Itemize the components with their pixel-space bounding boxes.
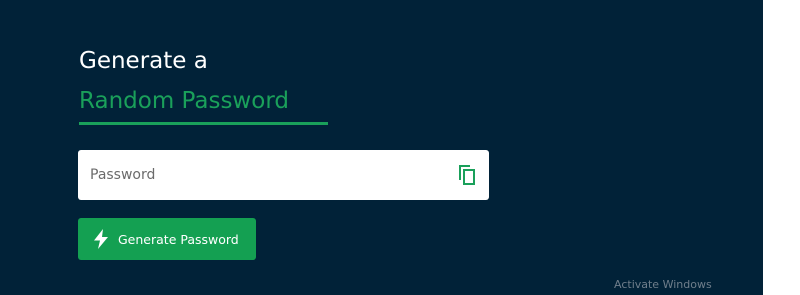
password-box <box>78 150 489 200</box>
heading-generate-a: Generate a <box>79 48 208 74</box>
generate-password-label: Generate Password <box>118 231 239 247</box>
generate-password-button[interactable]: Generate Password <box>78 218 256 260</box>
heading-random-password: Random Password <box>79 88 289 114</box>
copy-icon <box>459 165 475 185</box>
copy-button[interactable] <box>454 162 480 188</box>
app-panel: Generate a Random Password Generate Pass… <box>0 0 763 295</box>
lightning-bolt-icon <box>94 229 108 249</box>
heading-underline <box>79 122 328 125</box>
activate-windows-watermark: Activate Windows <box>614 278 712 291</box>
password-input[interactable] <box>78 150 438 200</box>
